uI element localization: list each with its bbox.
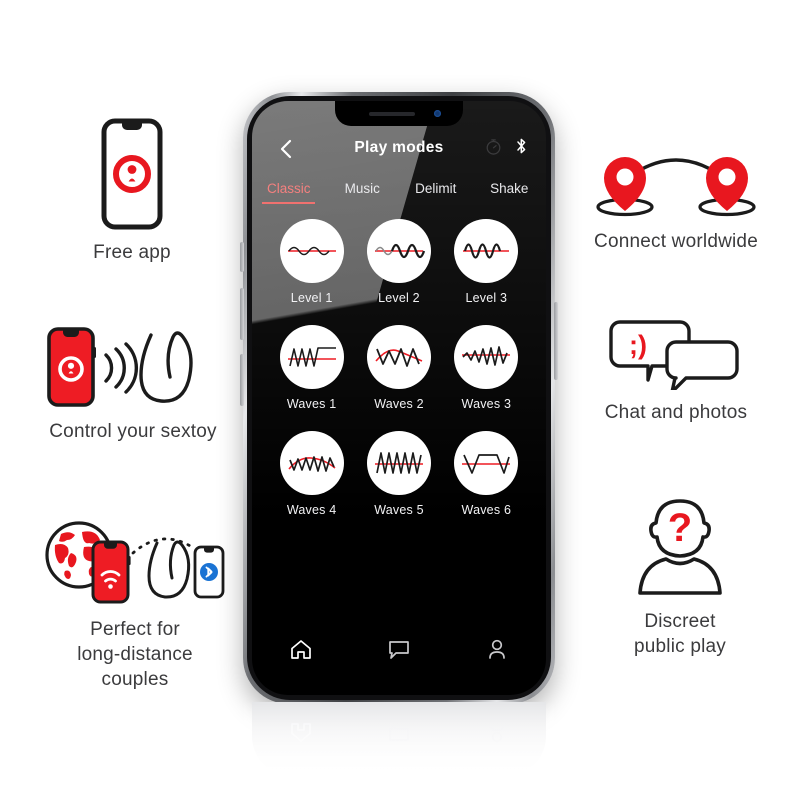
play-mode-item[interactable]: Level 3	[443, 219, 530, 305]
topbar-icons	[485, 137, 528, 155]
nav-chat-button[interactable]	[350, 636, 448, 662]
play-mode-item[interactable]: Level 2	[355, 219, 442, 305]
phone-screen: Play modes Classic Music Delimit Shake L…	[252, 101, 546, 695]
wave-sine-mid-icon	[374, 243, 426, 259]
wave-disc	[366, 325, 431, 389]
question-mark: ?	[668, 506, 692, 550]
bluetooth-icon[interactable]	[515, 137, 528, 155]
wave-zigzag-rise-icon	[462, 346, 511, 366]
smartphone-mockup: Play modes Classic Music Delimit Shake L…	[240, 92, 558, 704]
feature-free-app: Free app	[46, 118, 218, 265]
caption-line-2: public play	[634, 636, 726, 657]
play-mode-item[interactable]: Waves 6	[443, 431, 530, 517]
wave-disc	[454, 431, 519, 495]
anonymous-person-question-icon: ?	[626, 495, 734, 599]
caption-line-2: long-distance	[77, 644, 193, 665]
play-mode-item[interactable]: Waves 1	[268, 325, 355, 411]
profile-icon	[489, 639, 505, 659]
wave-disc	[279, 431, 344, 495]
reflected-home-icon	[252, 720, 350, 746]
play-mode-item[interactable]: Waves 5	[355, 431, 442, 517]
phone-signal-toy-icon	[45, 325, 221, 409]
power-button[interactable]	[554, 302, 558, 380]
feature-connect-worldwide: Connect worldwide	[580, 143, 772, 254]
wave-disc	[279, 219, 344, 283]
play-mode-label: Level 2	[378, 291, 420, 305]
mute-switch[interactable]	[240, 242, 244, 272]
feature-discreet-play: ? Discreet public play	[600, 495, 760, 659]
tab-delimit[interactable]: Delimit	[399, 181, 473, 204]
volume-up-button[interactable]	[240, 288, 244, 340]
wave-disc	[279, 325, 344, 389]
wave-sine-low-icon	[287, 246, 336, 256]
volume-down-button[interactable]	[240, 354, 244, 406]
app-ui: Play modes Classic Music Delimit Shake L…	[252, 101, 546, 695]
bottom-nav	[252, 629, 546, 669]
home-icon	[291, 640, 311, 659]
front-camera	[434, 110, 441, 117]
phone-with-logo-icon	[101, 118, 163, 230]
play-mode-item[interactable]: Waves 2	[355, 325, 442, 411]
feature-long-distance: Perfect for long-distance couples	[22, 515, 248, 692]
nav-profile-button[interactable]	[448, 636, 546, 662]
earpiece-speaker	[369, 112, 415, 116]
feature-caption: Perfect for long-distance couples	[77, 617, 193, 692]
play-mode-label: Waves 3	[461, 397, 512, 411]
phone-notch	[335, 101, 463, 126]
feature-caption: Discreet public play	[634, 609, 726, 659]
chat-bubble-icon	[389, 641, 409, 659]
tab-shake[interactable]: Shake	[473, 181, 547, 204]
play-mode-label: Waves 1	[286, 397, 337, 411]
reflected-profile-icon	[448, 720, 546, 746]
wave-trapezoid-icon	[462, 454, 511, 474]
wave-disc	[454, 219, 519, 283]
wave-disc	[366, 431, 431, 495]
feature-chat-photos: ;) Chat and photos	[592, 318, 760, 425]
feature-caption: Chat and photos	[604, 402, 748, 423]
wave-saw-rise-plateau-icon	[287, 347, 336, 367]
wave-zigzag-arch-icon	[375, 348, 423, 367]
play-mode-label: Waves 6	[461, 503, 512, 517]
tab-classic[interactable]: Classic	[252, 181, 326, 204]
feature-caption: Control your sextoy	[49, 421, 217, 442]
mode-tabs: Classic Music Delimit Shake	[252, 181, 546, 204]
nav-home-button[interactable]	[252, 636, 350, 662]
feature-caption: Free app	[93, 242, 171, 263]
wave-triangle-dense-icon	[374, 452, 423, 474]
tab-music[interactable]: Music	[326, 181, 400, 204]
feature-control-sextoy: Control your sextoy	[18, 325, 248, 444]
caption-line-1: Discreet	[644, 611, 716, 632]
play-mode-item[interactable]: Waves 3	[443, 325, 530, 411]
play-mode-item[interactable]: Level 1	[268, 219, 355, 305]
play-mode-label: Level 3	[465, 291, 508, 305]
timer-icon[interactable]	[485, 138, 502, 155]
caption-line-3: couples	[101, 669, 169, 690]
wave-sine-high-icon	[463, 243, 510, 259]
reflected-nav	[252, 716, 546, 750]
reflected-chat-icon	[350, 720, 448, 746]
promo-page: Free app Control your sextoy Perfect for…	[0, 0, 800, 800]
play-mode-label: Waves 5	[374, 503, 424, 517]
wave-zigzag-dense-icon	[288, 456, 336, 472]
play-mode-grid: Level 1 Level 2 Level 3 Waves 1 Waves 2 …	[268, 219, 530, 517]
caption-line-1: Perfect for	[90, 619, 180, 640]
play-mode-label: Level 1	[290, 291, 333, 305]
wink-emoticon: ;)	[629, 330, 647, 360]
feature-caption: Connect worldwide	[594, 231, 758, 252]
globe-phone-toy-bluetooth-icon	[35, 515, 235, 607]
two-map-pins-arc-icon	[588, 143, 764, 219]
play-mode-item[interactable]: Waves 4	[268, 431, 355, 517]
speech-bubbles-wink-icon: ;)	[606, 318, 746, 390]
wave-disc	[366, 219, 431, 283]
play-mode-label: Waves 4	[286, 503, 337, 517]
phone-reflection	[252, 702, 546, 776]
play-mode-label: Waves 2	[374, 397, 424, 411]
wave-disc	[454, 325, 519, 389]
app-topbar: Play modes	[252, 137, 546, 165]
